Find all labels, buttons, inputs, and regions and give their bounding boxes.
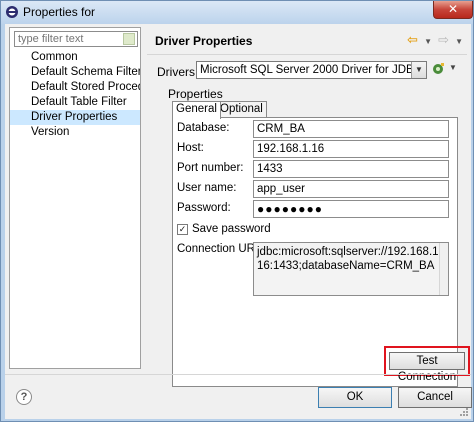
save-password-checkbox[interactable]: ✓ — [177, 224, 188, 235]
tab-general[interactable]: General — [172, 101, 221, 119]
host-input[interactable]: 192.168.1.16 — [253, 140, 449, 158]
database-input[interactable]: CRM_BA — [253, 120, 449, 138]
tab-optional[interactable]: Optional — [216, 101, 267, 118]
edit-driver-icon[interactable] — [431, 62, 445, 76]
tree-item-label: Common — [31, 51, 78, 63]
page-title: Driver Properties — [155, 34, 253, 48]
tree-item-default-schema-filter[interactable]: Default Schema Filter — [10, 65, 140, 80]
user-name-input[interactable]: app_user — [253, 180, 449, 198]
test-connection-highlight: Test Connection — [384, 346, 470, 383]
category-pane: Common Default Schema Filter Default Sto… — [9, 27, 141, 369]
tree-item-version[interactable]: Version — [10, 125, 140, 140]
tree-item-label: Default Table Filter — [31, 96, 127, 108]
back-arrow-icon[interactable]: ⇦ — [407, 32, 418, 48]
page-navigation: ⇦ ▼ ⇨ ▼ — [404, 32, 463, 48]
user-name-label: User name: — [177, 182, 237, 194]
forward-arrow-icon[interactable]: ⇨ — [438, 32, 449, 48]
properties-group-label: Properties — [168, 87, 223, 101]
properties-page: Driver Properties ⇦ ▼ ⇨ ▼ Drivers: Micro… — [147, 27, 470, 387]
port-number-input[interactable]: 1433 — [253, 160, 449, 178]
title-bar[interactable]: Properties for ✕ — [1, 1, 473, 24]
database-label: Database: — [177, 122, 230, 134]
host-label: Host: — [177, 142, 204, 154]
category-tree: Common Default Schema Filter Default Sto… — [10, 50, 140, 140]
password-label: Password: — [177, 202, 231, 214]
connection-url-value: jdbc:microsoft:sqlserver://192.168.1.16:… — [257, 246, 442, 272]
connection-url-scrollbar[interactable] — [439, 243, 448, 295]
back-history-dropdown-icon[interactable]: ▼ — [424, 37, 432, 46]
tree-item-common[interactable]: Common — [10, 50, 140, 65]
forward-history-dropdown-icon[interactable]: ▼ — [455, 37, 463, 46]
tree-item-default-stored-procedure[interactable]: Default Stored Procedur — [10, 80, 140, 95]
password-input[interactable]: ●●●●●●●● — [253, 200, 449, 218]
connection-url-label: Connection URL: — [177, 243, 265, 255]
drivers-selected-value: Microsoft SQL Server 2000 Driver for JDB… — [200, 64, 422, 76]
ok-button[interactable]: OK — [318, 387, 392, 408]
filter-input[interactable] — [14, 31, 138, 47]
tree-item-label: Version — [31, 126, 70, 138]
properties-dialog: Properties for ✕ Common Default Schema F… — [0, 0, 474, 422]
test-connection-button[interactable]: Test Connection — [389, 352, 465, 383]
help-icon[interactable]: ? — [16, 389, 32, 405]
drivers-label: Drivers: — [157, 65, 199, 79]
tree-item-default-table-filter[interactable]: Default Table Filter — [10, 95, 140, 110]
chevron-down-icon[interactable]: ▼ — [411, 62, 426, 78]
button-bar-divider — [5, 374, 471, 375]
app-icon — [6, 6, 18, 18]
tree-item-driver-properties[interactable]: Driver Properties — [10, 110, 140, 125]
window-title: Properties for — [23, 5, 96, 19]
dialog-body: Common Default Schema Filter Default Sto… — [5, 24, 472, 419]
clear-filter-icon[interactable] — [123, 33, 135, 45]
tree-item-label: Default Stored Procedur — [31, 81, 140, 93]
tree-item-label: Default Schema Filter — [31, 66, 140, 78]
header-divider — [147, 54, 467, 55]
properties-group: Properties General Optional Database: CR… — [164, 87, 458, 387]
cancel-button[interactable]: Cancel — [398, 387, 472, 408]
resize-grip-icon[interactable] — [459, 407, 469, 417]
driver-menu-arrow-icon[interactable]: ▼ — [449, 63, 457, 72]
drivers-select[interactable]: Microsoft SQL Server 2000 Driver for JDB… — [196, 61, 427, 79]
tree-item-label: Driver Properties — [31, 111, 118, 123]
save-password-label[interactable]: Save password — [192, 223, 271, 235]
close-button[interactable]: ✕ — [433, 1, 473, 19]
port-number-label: Port number: — [177, 162, 244, 174]
connection-url-text[interactable]: jdbc:microsoft:sqlserver://192.168.1.16:… — [253, 242, 449, 296]
